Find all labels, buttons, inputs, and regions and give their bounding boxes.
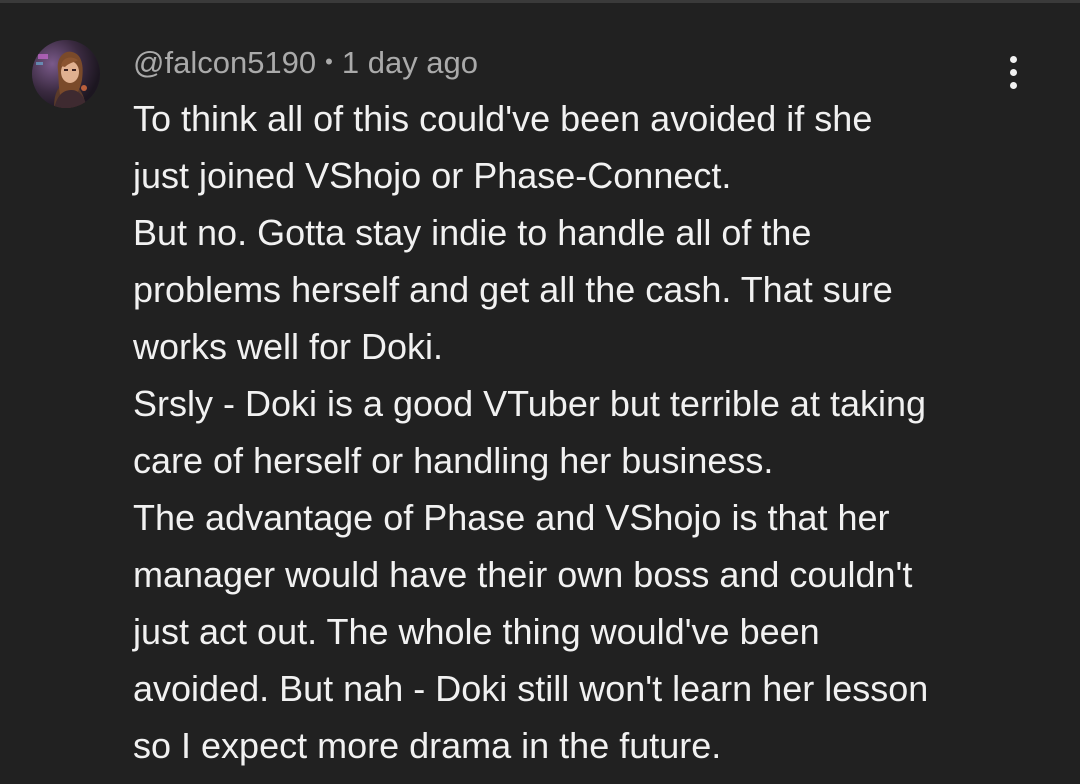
comment-line: so I expect more drama in the future. [133,725,722,766]
avatar-image [32,40,100,108]
meta-separator: • [325,49,333,74]
comment-timestamp[interactable]: 1 day ago [342,45,478,80]
comment-line: works well for Doki. [133,326,444,367]
comment-line: avoided. But nah - Doki still won't lear… [133,668,929,709]
comment-body: To think all of this could've been avoid… [133,90,1033,774]
comment-line: just act out. The whole thing would've b… [133,611,820,652]
comment-line: To think all of this could've been avoid… [133,98,873,139]
comment-line: care of herself or handling her business… [133,440,774,481]
comment-line: The advantage of Phase and VShojo is tha… [133,497,890,538]
comment-line: Srsly - Doki is a good VTuber but terrib… [133,383,927,424]
comment-header: @falcon5190 • 1 day ago [133,42,478,83]
menu-dot [1010,56,1017,63]
top-divider [0,0,1080,3]
menu-dot [1010,82,1017,89]
comment-line: But no. Gotta stay indie to handle all o… [133,212,812,253]
more-vertical-icon[interactable] [996,50,1032,94]
comment-line: just joined VShojo or Phase-Connect. [133,155,732,196]
comment-line: manager would have their own boss and co… [133,554,913,595]
author-name[interactable]: @falcon5190 [133,45,316,80]
comment-line: problems herself and get all the cash. T… [133,269,893,310]
avatar[interactable] [32,40,100,108]
menu-dot [1010,69,1017,76]
